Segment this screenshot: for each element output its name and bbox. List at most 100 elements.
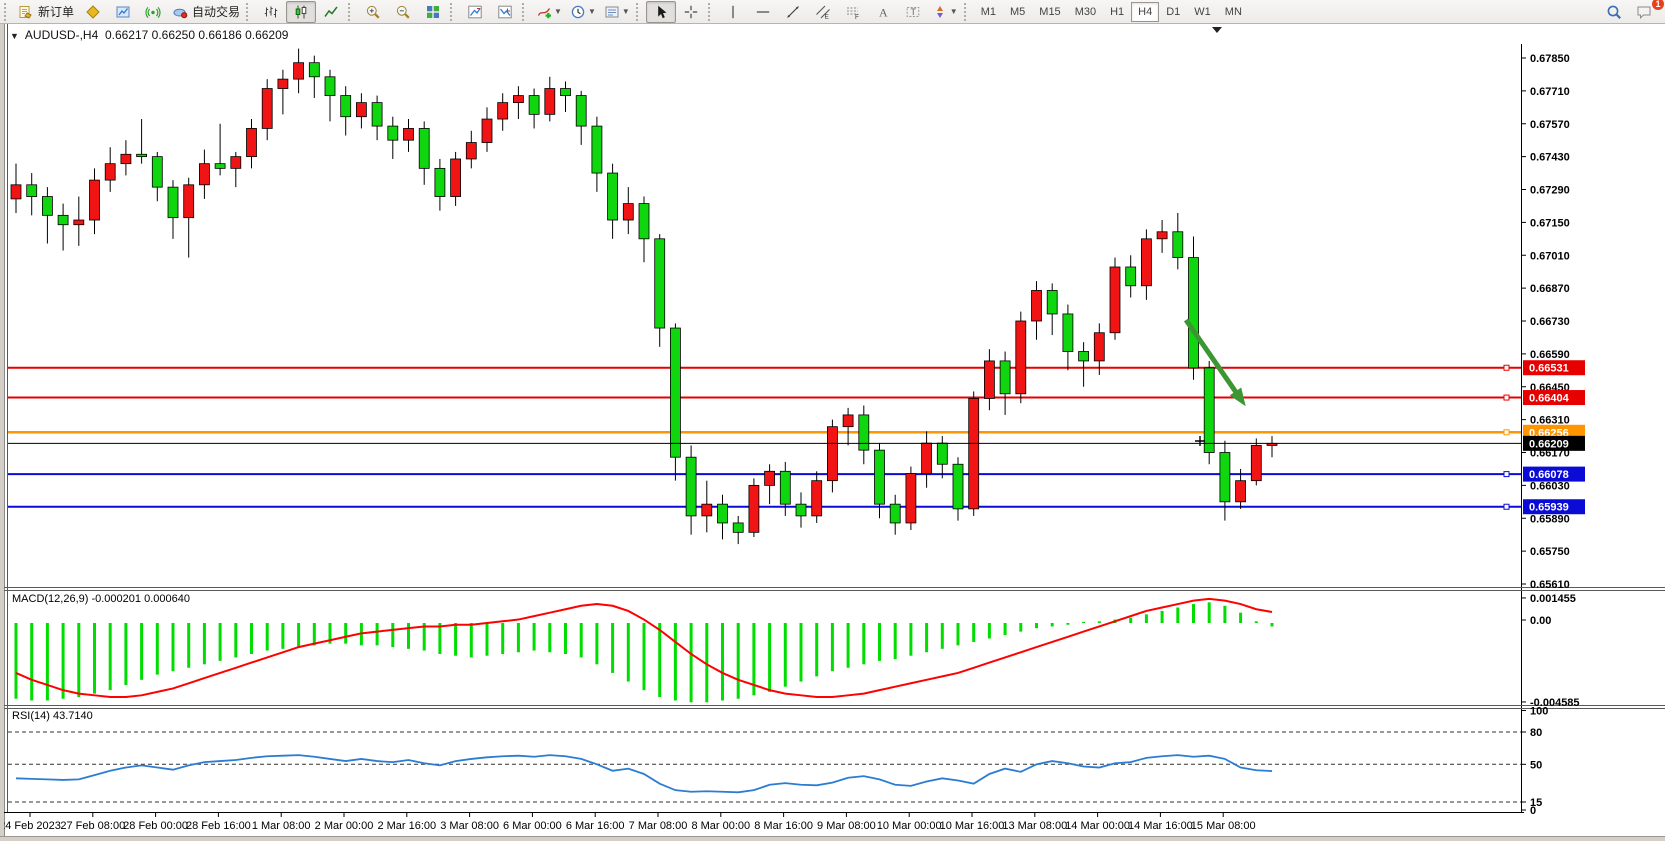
new-order-icon bbox=[18, 4, 34, 20]
price-tag-label: 0.66531 bbox=[1529, 363, 1569, 375]
chart-ohlc-values: 0.66217 0.66250 0.66186 0.66209 bbox=[105, 28, 289, 42]
hline-endpoint[interactable] bbox=[1504, 365, 1509, 370]
search-icon bbox=[1606, 4, 1622, 20]
periods-button[interactable]: ▼ bbox=[566, 1, 600, 23]
channel-button[interactable]: E bbox=[808, 1, 838, 23]
cursor-button[interactable] bbox=[646, 1, 676, 23]
candle bbox=[733, 523, 743, 532]
timeframe-m1[interactable]: M1 bbox=[974, 2, 1003, 22]
candle bbox=[749, 485, 759, 532]
candle bbox=[309, 63, 319, 77]
timeframe-m30[interactable]: M30 bbox=[1068, 2, 1103, 22]
crosshair-button[interactable] bbox=[676, 1, 706, 23]
candle bbox=[1220, 453, 1230, 502]
candle bbox=[137, 154, 147, 156]
toolbar-drag-handle bbox=[4, 3, 12, 21]
notification-badge: 1 bbox=[1652, 0, 1664, 10]
label-icon: T bbox=[905, 4, 921, 20]
time-axis-label: 8 Mar 00:00 bbox=[691, 820, 750, 832]
zoom-in-button[interactable] bbox=[358, 1, 388, 23]
chart-shift-marker[interactable] bbox=[1212, 27, 1222, 33]
notifications-button[interactable]: 1 bbox=[1629, 1, 1659, 23]
bar-chart-button[interactable] bbox=[256, 1, 286, 23]
candle bbox=[702, 504, 712, 516]
hline-button[interactable] bbox=[748, 1, 778, 23]
timeframe-h1[interactable]: H1 bbox=[1103, 2, 1131, 22]
cursor-icon bbox=[653, 4, 669, 20]
timeframe-d1[interactable]: D1 bbox=[1159, 2, 1187, 22]
new-order-button[interactable]: 新订单 bbox=[14, 1, 78, 23]
timeframe-mn[interactable]: MN bbox=[1218, 2, 1249, 22]
arrows-button[interactable]: ▼ bbox=[928, 1, 962, 23]
price-tag-label: 0.66078 bbox=[1529, 469, 1569, 481]
hline-endpoint[interactable] bbox=[1504, 430, 1509, 435]
price-axis-label: 0.66730 bbox=[1530, 316, 1570, 328]
candle bbox=[419, 128, 429, 168]
candle bbox=[984, 361, 994, 399]
market-watch-icon bbox=[115, 4, 131, 20]
text-button[interactable]: A bbox=[868, 1, 898, 23]
time-axis-label: 2 Mar 16:00 bbox=[377, 820, 436, 832]
chart-shift-button[interactable] bbox=[490, 1, 520, 23]
fibonacci-button[interactable]: F bbox=[838, 1, 868, 23]
profiles-button[interactable] bbox=[78, 1, 108, 23]
label-button[interactable]: T bbox=[898, 1, 928, 23]
templates-button[interactable]: ▼ bbox=[600, 1, 634, 23]
candle bbox=[27, 185, 37, 197]
new-chart-button[interactable] bbox=[460, 1, 490, 23]
candlestick-button[interactable] bbox=[286, 1, 316, 23]
search-button[interactable] bbox=[1599, 1, 1629, 23]
candle bbox=[325, 77, 335, 96]
zoom-out-button[interactable] bbox=[388, 1, 418, 23]
time-axis-label: 9 Mar 08:00 bbox=[817, 820, 876, 832]
candle bbox=[1189, 258, 1199, 368]
candle bbox=[859, 415, 869, 450]
autotrade-button[interactable]: 自动交易 bbox=[168, 1, 244, 23]
signals-button[interactable] bbox=[138, 1, 168, 23]
candle bbox=[121, 154, 131, 163]
hline-icon bbox=[755, 4, 771, 20]
candle bbox=[105, 164, 115, 180]
price-axis-label: 0.66590 bbox=[1530, 349, 1570, 361]
chart-canvas[interactable]: 0.678500.677100.675700.674300.672900.671… bbox=[0, 24, 1665, 840]
zoom-in-icon bbox=[365, 4, 381, 20]
time-axis-label: 10 Mar 16:00 bbox=[940, 820, 1005, 832]
price-axis-label: 0.65750 bbox=[1530, 546, 1570, 558]
zoom-out-icon bbox=[395, 4, 411, 20]
price-axis-label: 0.65610 bbox=[1530, 579, 1570, 591]
hline-endpoint[interactable] bbox=[1504, 472, 1509, 477]
last-price-cross-icon bbox=[1195, 436, 1205, 446]
tile-windows-button[interactable] bbox=[418, 1, 448, 23]
macd-axis-label: 0.001455 bbox=[1530, 593, 1576, 605]
candle bbox=[215, 164, 225, 169]
candle bbox=[341, 96, 351, 117]
rsi-axis-label: 80 bbox=[1530, 727, 1542, 739]
line-chart-button[interactable] bbox=[316, 1, 346, 23]
autotrade-button-label: 自动交易 bbox=[192, 3, 240, 20]
market-watch-button[interactable] bbox=[108, 1, 138, 23]
candle bbox=[561, 89, 571, 96]
chart-menu-icon[interactable]: ▼ bbox=[10, 31, 19, 41]
timeframe-h4[interactable]: H4 bbox=[1131, 2, 1159, 22]
indicators-button[interactable]: ▼ bbox=[532, 1, 566, 23]
candle bbox=[937, 443, 947, 464]
candle bbox=[969, 398, 979, 508]
timeframe-m5[interactable]: M5 bbox=[1003, 2, 1032, 22]
candle bbox=[545, 89, 555, 115]
time-axis-label: 6 Mar 16:00 bbox=[566, 820, 625, 832]
hline-endpoint[interactable] bbox=[1504, 395, 1509, 400]
price-tag-label: 0.66209 bbox=[1529, 438, 1569, 450]
timeframe-w1[interactable]: W1 bbox=[1187, 2, 1218, 22]
trendline-button[interactable] bbox=[778, 1, 808, 23]
candle bbox=[466, 143, 476, 159]
rsi-label: RSI(14) 43.7140 bbox=[12, 710, 93, 722]
vline-icon bbox=[725, 4, 741, 20]
vline-button[interactable] bbox=[718, 1, 748, 23]
timeframe-m15[interactable]: M15 bbox=[1032, 2, 1067, 22]
hline-endpoint[interactable] bbox=[1504, 504, 1509, 509]
candle bbox=[404, 128, 414, 140]
chart-header: ▼AUDUSD-,H4 0.66217 0.66250 0.66186 0.66… bbox=[10, 28, 288, 42]
candle bbox=[608, 173, 618, 220]
candle bbox=[718, 504, 728, 523]
toolbar-drag-handle bbox=[636, 3, 644, 21]
